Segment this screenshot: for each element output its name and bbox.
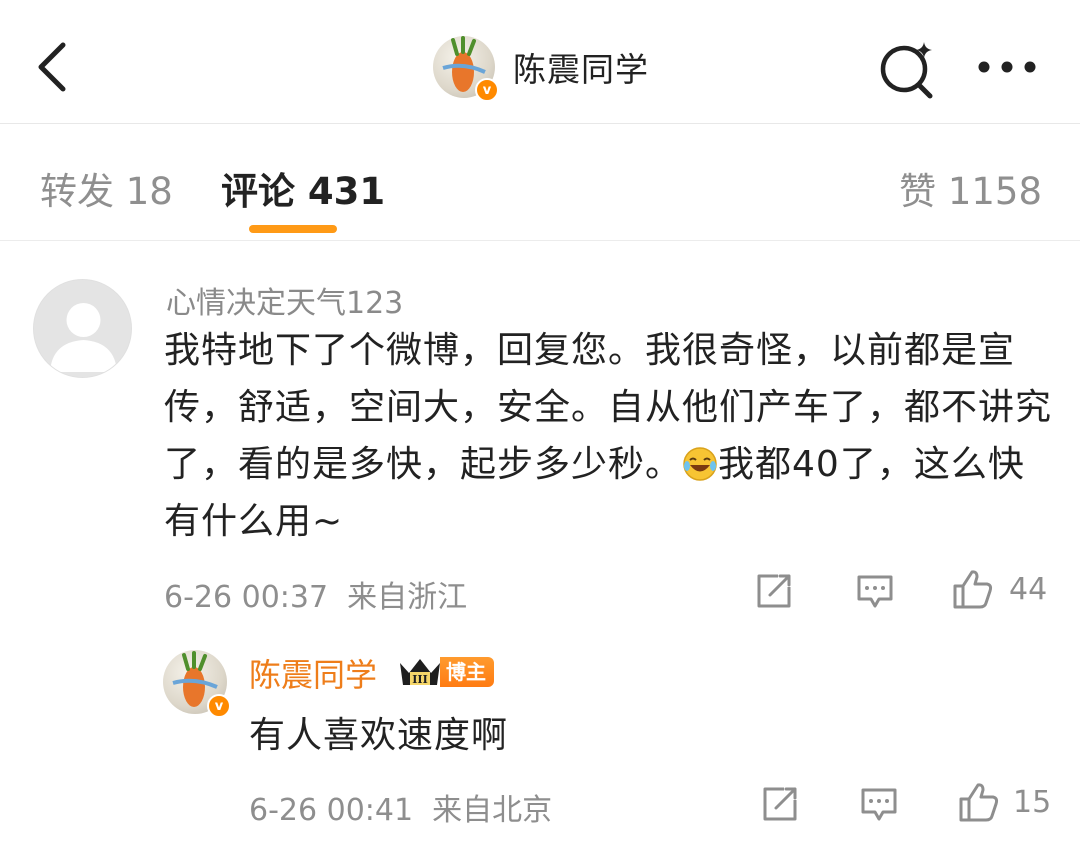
commenter-name[interactable]: 心情决定天气123	[166, 278, 403, 322]
reply-author-name[interactable]: 陈震同学	[249, 650, 377, 696]
reply-comment-button[interactable]	[860, 787, 898, 827]
tab-comments[interactable]: 评论 431	[221, 161, 385, 215]
thumbs-up-icon	[959, 783, 999, 822]
share-icon	[757, 574, 791, 608]
comment-time: 6-26 00:37	[164, 580, 329, 615]
comment-meta: 6-26 00:37 来自浙江	[164, 572, 467, 616]
author-header[interactable]: v 陈震同学	[433, 36, 649, 102]
comment-icon	[857, 575, 893, 608]
comment-like-button[interactable]	[952, 568, 994, 614]
more-button[interactable]	[974, 44, 1040, 90]
active-tab-indicator	[249, 225, 337, 233]
comment-reply-button[interactable]	[856, 574, 894, 614]
author-name[interactable]: 陈震同学	[513, 43, 649, 91]
reply-like-button[interactable]	[958, 781, 1000, 827]
blogger-badge: III 博主	[396, 655, 494, 689]
comment-text: 我特地下了个微博，回复您。我很奇怪，以前都是宣传，舒适，空间大，安全。自从他们产…	[164, 322, 1054, 550]
chevron-left-icon	[38, 42, 66, 92]
reply-time: 6-26 00:41	[249, 793, 414, 828]
reply-text: 有人喜欢速度啊	[249, 715, 509, 756]
reply-meta: 6-26 00:41 来自北京	[249, 785, 552, 829]
top-bar: v 陈震同学	[0, 0, 1080, 124]
share-icon	[763, 787, 797, 821]
default-user-icon	[50, 303, 117, 372]
comment-like-count: 44	[1009, 572, 1048, 607]
verified-badge-icon: v	[207, 694, 231, 718]
blogger-badge-label: 博主	[440, 657, 494, 687]
back-button[interactable]	[28, 36, 78, 98]
comment-location: 来自浙江	[347, 580, 468, 615]
tab-likes[interactable]: 赞 1158	[899, 161, 1042, 215]
more-dots-icon	[978, 61, 1036, 73]
reply-location: 来自北京	[432, 793, 553, 828]
commenter-avatar[interactable]	[33, 279, 132, 378]
badge-level: III	[412, 673, 427, 686]
crown-icon: III	[400, 659, 440, 686]
search-sparkle-icon	[880, 42, 933, 99]
tab-bar: 转发 18 评论 431 赞 1158	[0, 125, 1080, 241]
reply-author-avatar[interactable]: v	[163, 650, 231, 718]
thumbs-up-icon	[953, 570, 993, 609]
verified-badge-icon: v	[475, 78, 499, 102]
reply-share-button[interactable]	[760, 785, 800, 827]
comment-icon	[861, 788, 897, 821]
comment-share-button[interactable]	[754, 572, 794, 614]
search-button[interactable]	[876, 38, 938, 100]
tab-reposts[interactable]: 转发 18	[40, 161, 173, 215]
laughing-crying-emoji-icon	[682, 442, 718, 481]
author-avatar[interactable]: v	[433, 36, 499, 102]
reply-like-count: 15	[1013, 785, 1052, 820]
